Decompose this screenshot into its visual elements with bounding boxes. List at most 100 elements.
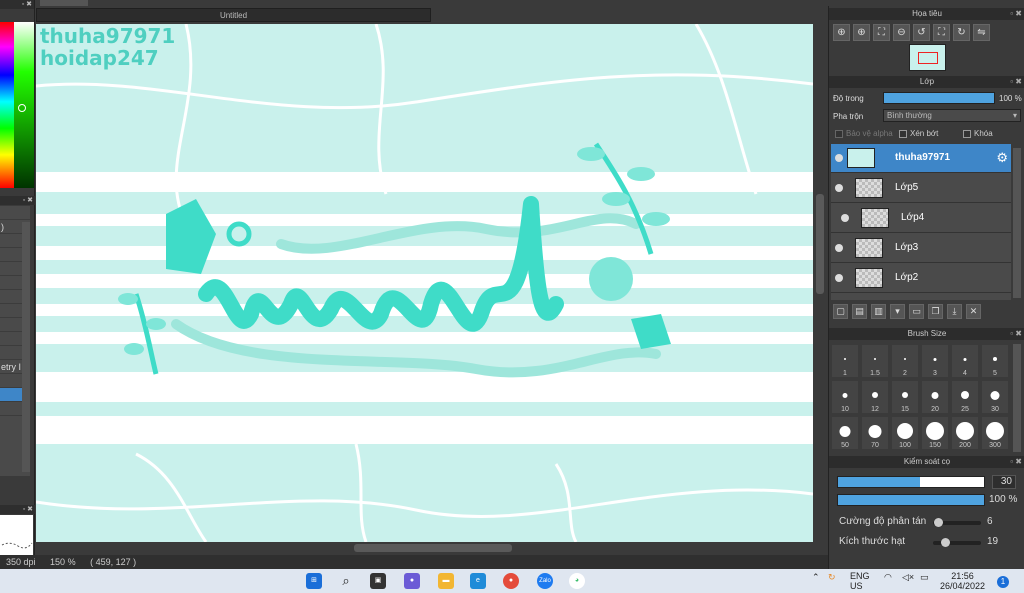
merge-down-icon[interactable]: ⤓ [947,304,962,319]
gear-icon[interactable]: ⚙ [996,150,1008,166]
fullscreen-icon[interactable]: ⛶ [933,24,950,41]
close-icon[interactable]: ▫ ✖ [1010,76,1022,88]
notification-badge[interactable]: 1 [997,576,1009,588]
zoom-in-icon[interactable]: ⊕ [853,24,870,41]
wifi-icon[interactable]: ◠ [884,572,892,583]
close-icon[interactable]: ▫ ✖ [1010,456,1022,468]
drawing-canvas[interactable]: thuha97971 hoidap247 [36,24,813,542]
edge-icon[interactable]: e [470,573,486,589]
brush-opacity-slider[interactable] [837,494,985,506]
horizontal-scroll-thumb[interactable] [354,544,512,552]
eye-icon[interactable] [835,274,843,282]
teams-icon[interactable]: ● [404,573,420,589]
brush-size-cell[interactable]: 100 [891,416,919,450]
viewport-frame[interactable] [918,52,938,64]
color-picker-handle[interactable] [18,104,26,112]
language-indicator[interactable]: ENG US [850,571,870,591]
blend-mode-select[interactable]: Bình thường ▾ [883,109,1021,122]
zalo-icon[interactable]: Zalo [537,573,553,589]
brush-size-cell[interactable]: 4 [951,344,979,378]
zoom-out-icon[interactable]: ⊖ [893,24,910,41]
fit-window-icon[interactable]: ⛶ [873,24,890,41]
close-icon[interactable]: ▫ ✖ [1010,328,1022,340]
battery-icon[interactable]: ▭ [920,572,929,583]
new-layer-icon[interactable]: ▢ [833,304,848,319]
layer-row[interactable]: Lớp3 [831,234,1011,263]
search-icon[interactable]: ⌕ [338,573,354,589]
lock-checkbox[interactable]: Khóa [963,129,993,138]
layer-scrollbar[interactable] [1013,148,1021,298]
protect-alpha-checkbox[interactable]: Bảo vệ alpha [835,129,893,138]
rotate-left-icon[interactable]: ↺ [913,24,930,41]
brush-size-cell[interactable]: 50 [831,416,859,450]
brush-size-cell[interactable]: 30 [981,380,1009,414]
clip-checkbox[interactable]: Xén bớt [899,129,938,138]
left-scrollbar[interactable] [22,222,30,472]
canvas-vertical-scrollbar[interactable] [813,24,827,542]
brush-size-value[interactable]: 30 [992,475,1016,489]
eye-icon[interactable] [835,154,843,162]
document-title-tab[interactable]: Untitled [36,8,431,22]
brush-size-cell[interactable]: 150 [921,416,949,450]
chrome-icon[interactable]: ● [503,573,519,589]
brush-dot [842,392,848,398]
top-toolbar-buttons[interactable] [40,0,88,6]
brush-size-cell[interactable]: 25 [951,380,979,414]
brush-size-cell[interactable]: 200 [951,416,979,450]
particle-size-slider[interactable] [933,538,981,547]
navigator-preview[interactable] [909,44,946,71]
folder-icon[interactable]: ▭ [909,304,924,319]
vertical-scroll-thumb[interactable] [816,194,824,294]
volume-icon[interactable]: ◁× [902,572,914,583]
clip-label: Xén bớt [910,129,939,138]
layer-row[interactable]: Lớp4 [831,204,1011,233]
eye-icon[interactable] [841,214,849,222]
brush-size-cell[interactable]: 10 [831,380,859,414]
brush-size-cell[interactable]: 70 [861,416,889,450]
brush-size-cell[interactable]: 1.5 [861,344,889,378]
layer-opacity-slider[interactable] [883,92,995,104]
flip-icon[interactable]: ⇋ [973,24,990,41]
zoom-fit-icon[interactable]: ⊕ [833,24,850,41]
brush-size-label: 25 [961,406,969,413]
brush-size-cell[interactable]: 1 [831,344,859,378]
brush-size-cell[interactable]: 20 [921,380,949,414]
brush-size-cell[interactable]: 5 [981,344,1009,378]
scatter-slider[interactable] [933,518,981,527]
brush-size-label: 100 [899,442,911,449]
layer-row[interactable]: Lớp5 [831,174,1011,203]
left-list-item[interactable] [0,206,30,220]
clock[interactable]: 21:56 26/04/2022 [940,571,985,591]
close-icon[interactable]: ▫ ✖ [1010,8,1022,20]
file-explorer-icon[interactable]: ▬ [438,573,454,589]
sync-icon[interactable]: ↻ [828,572,836,583]
brush-size-cell[interactable]: 3 [921,344,949,378]
slider-knob[interactable] [934,518,943,527]
new-halftone-layer-icon[interactable]: ▥ [871,304,886,319]
brush-size-cell[interactable]: 15 [891,380,919,414]
chevron-up-icon[interactable]: ⌃ [812,572,820,583]
brush-size-cell[interactable]: 12 [861,380,889,414]
chevron-down-icon: ▾ [1012,111,1017,120]
color-hue-bar[interactable] [0,22,14,188]
slider-knob[interactable] [941,538,950,547]
brush-size-scrollbar[interactable] [1013,344,1021,452]
duplicate-layer-icon[interactable]: ❐ [928,304,943,319]
medibang-icon[interactable]: ◕ [569,573,585,589]
windows-start-icon[interactable]: ⊞ [306,573,322,589]
rotate-right-icon[interactable]: ↻ [953,24,970,41]
delete-layer-icon[interactable]: ✕ [966,304,981,319]
task-view-icon[interactable]: ▣ [370,573,386,589]
layer-row[interactable]: thuha97971 ⚙ [831,144,1011,173]
layer-row[interactable]: Lớp2 [831,264,1011,293]
eye-icon[interactable] [835,244,843,252]
brush-size-slider[interactable] [837,476,985,488]
eye-icon[interactable] [835,184,843,192]
brush-size-cell[interactable]: 300 [981,416,1009,450]
brush-size-header: Brush Size ▫ ✖ [829,328,1024,340]
brush-size-cell[interactable]: 2 [891,344,919,378]
canvas-horizontal-scrollbar[interactable] [36,542,813,554]
brush-size-label: 150 [929,442,941,449]
add-layer-menu-icon[interactable]: ▾ [890,304,905,319]
new-vector-layer-icon[interactable]: ▤ [852,304,867,319]
